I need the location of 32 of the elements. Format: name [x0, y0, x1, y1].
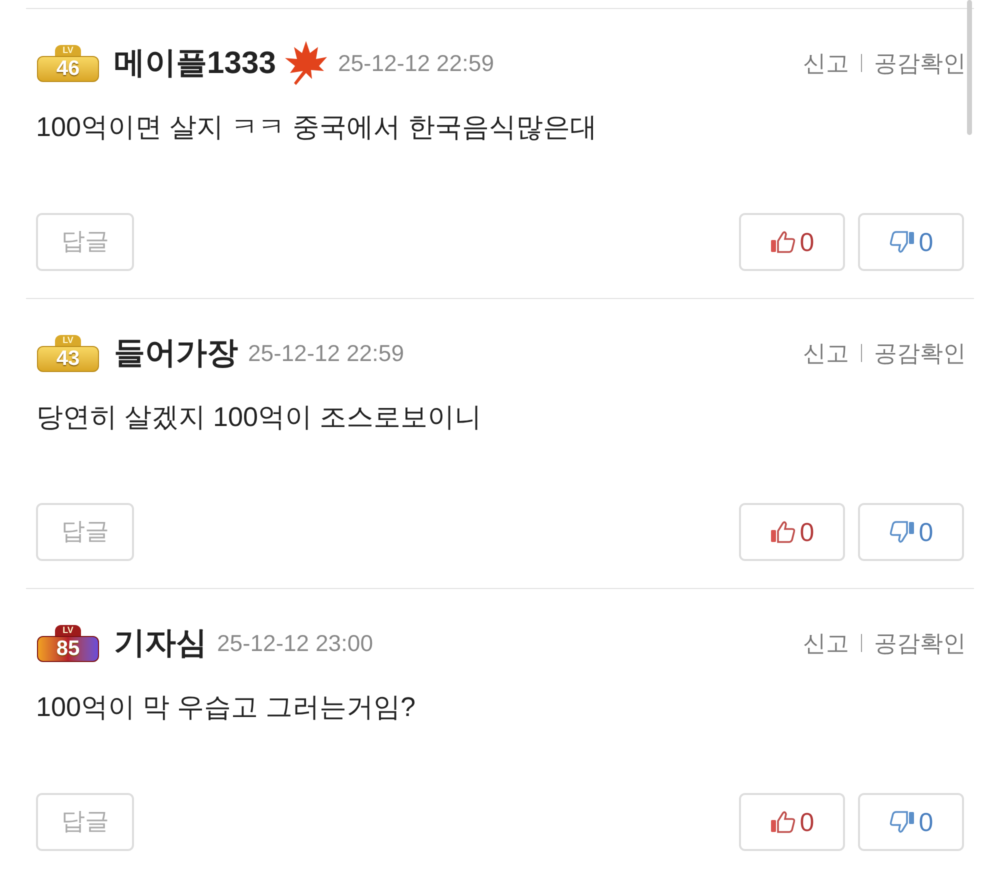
report-link[interactable]: 신고	[803, 626, 849, 660]
like-button[interactable]: 0	[739, 213, 845, 271]
comment-time: 25-12-12 23:00	[217, 628, 374, 658]
like-button[interactable]: 0	[739, 793, 845, 851]
scrollbar[interactable]	[967, 0, 972, 135]
comment-text: 100억이 막 우습고 그러는거임?	[36, 691, 417, 724]
thumbs-down-icon	[888, 810, 915, 834]
author-name: 메이플1333	[114, 44, 276, 82]
reply-button[interactable]: 답글	[36, 213, 134, 271]
thumbs-up-icon	[770, 810, 796, 834]
dislike-button[interactable]: 0	[858, 793, 964, 851]
thumbs-down-icon	[888, 520, 915, 544]
author-name: 들어가장	[114, 334, 238, 372]
comment-text: 100억이면 살지 ㅋㅋ 중국에서 한국음식많은대	[36, 111, 598, 144]
empathy-link[interactable]: 공감확인	[874, 46, 966, 80]
like-button[interactable]: 0	[739, 503, 845, 561]
report-link[interactable]: 신고	[803, 336, 849, 370]
dislike-button[interactable]: 0	[858, 213, 964, 271]
reply-button[interactable]: 답글	[36, 793, 134, 851]
thumbs-up-icon	[770, 230, 796, 254]
empathy-link[interactable]: 공감확인	[874, 626, 966, 660]
report-link[interactable]: 신고	[803, 46, 849, 80]
maple-leaf-icon	[284, 39, 328, 87]
comment-text: 당연히 살겠지 100억이 조스로보이니	[36, 401, 483, 434]
author-name: 기자심	[114, 624, 207, 662]
comment-time: 25-12-12 22:59	[338, 48, 494, 78]
reply-button[interactable]: 답글	[36, 503, 134, 561]
comment-time: 25-12-12 22:59	[248, 338, 404, 368]
dislike-button[interactable]: 0	[858, 503, 964, 561]
thumbs-down-icon	[888, 230, 915, 254]
thumbs-up-icon	[770, 520, 796, 544]
empathy-link[interactable]: 공감확인	[874, 336, 966, 370]
